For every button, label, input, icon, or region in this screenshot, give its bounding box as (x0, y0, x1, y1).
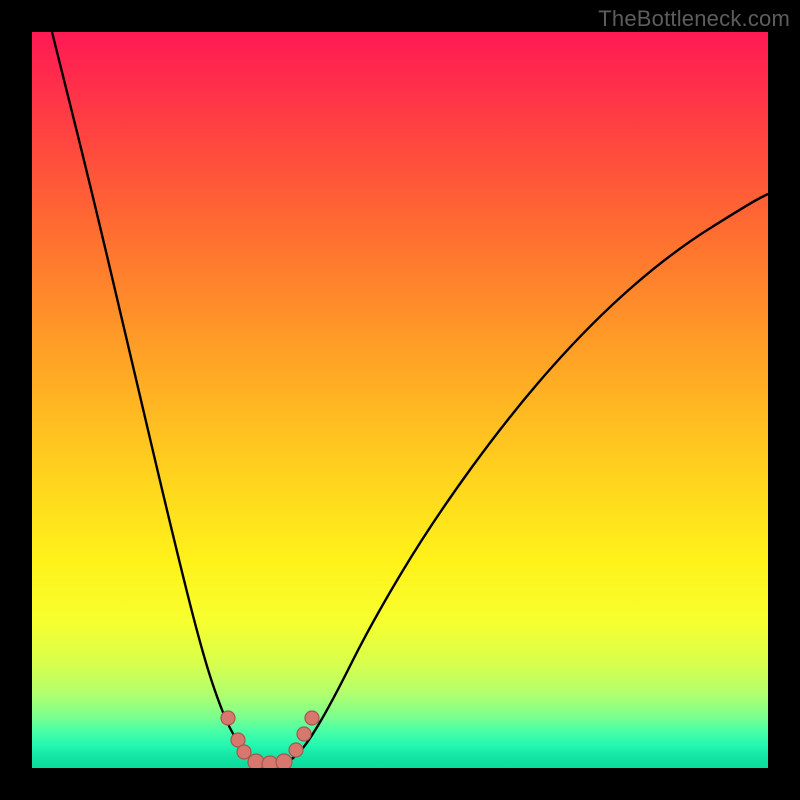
bottleneck-curve (52, 32, 768, 765)
curve-marker (237, 745, 251, 759)
curve-marker (248, 754, 264, 768)
curve-marker (289, 743, 303, 757)
attribution-label: TheBottleneck.com (598, 6, 790, 32)
curve-marker (221, 711, 235, 725)
bottleneck-chart (32, 32, 768, 768)
curve-marker (276, 754, 292, 768)
curve-marker (305, 711, 319, 725)
plot-area (32, 32, 768, 768)
curve-markers (221, 711, 319, 768)
outer-frame: TheBottleneck.com (0, 0, 800, 800)
curve-marker (297, 727, 311, 741)
